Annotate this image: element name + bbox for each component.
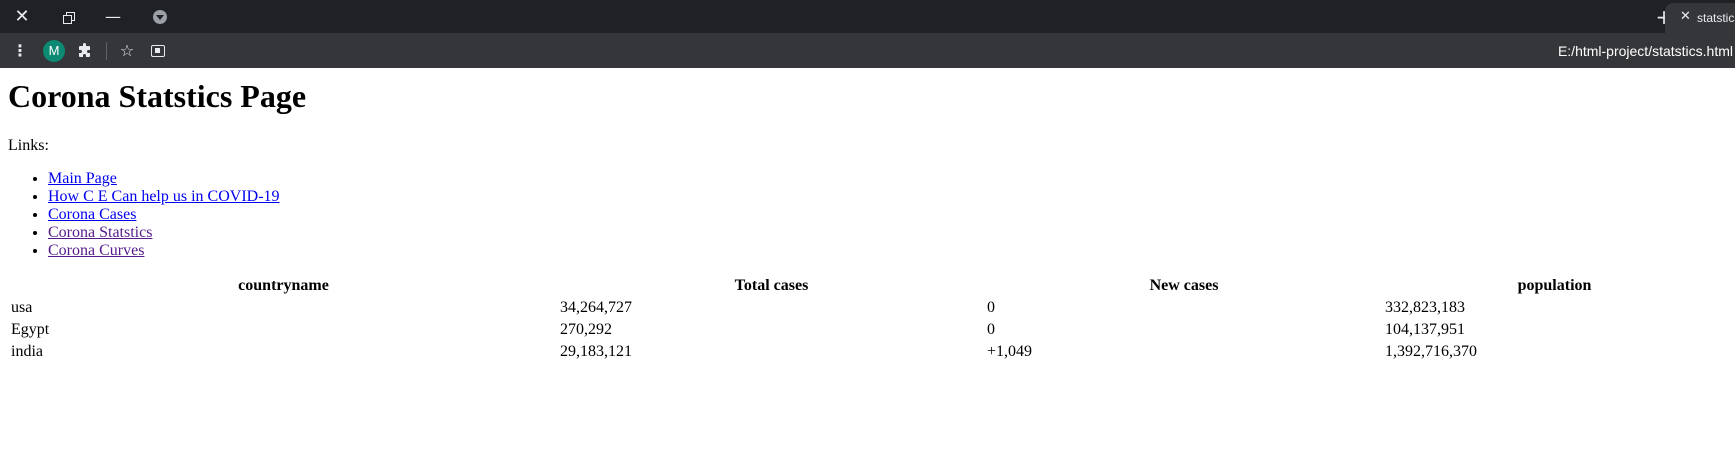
address-bar[interactable]: E:/html-project/statstics.html [1558, 43, 1733, 59]
cell-population: 1,392,716,370 [1385, 343, 1477, 360]
list-item: Corona Curves [48, 242, 280, 260]
cast-icon [151, 44, 165, 57]
cell-total-cases: 29,183,121 [560, 343, 632, 360]
menu-button[interactable]: ⋮ [8, 33, 32, 68]
table-row: usa 34,264,727 0 332,823,183 [10, 298, 1725, 318]
cell-total-cases: 270,292 [560, 321, 612, 338]
restore-icon [63, 11, 75, 24]
page-title: Corona Statstics Page [8, 78, 307, 114]
avatar: M [43, 39, 65, 62]
cell-population: 104,137,951 [1385, 321, 1465, 338]
cell-country: usa [11, 299, 33, 316]
list-item: Corona Statstics [48, 224, 280, 242]
header-countryname: countryname [238, 277, 329, 294]
window-restore-button[interactable] [48, 0, 88, 33]
list-item: Main Page [48, 170, 280, 188]
header-total-cases: Total cases [734, 277, 809, 294]
list-item: How C E Can help us in COVID-19 [48, 188, 280, 206]
cell-country: Egypt [11, 321, 50, 338]
tab-search-icon [153, 9, 167, 24]
tab-close-icon[interactable]: ✕ [1680, 9, 1691, 24]
tab-title: statstics [1697, 11, 1735, 25]
kebab-menu-icon: ⋮ [12, 41, 28, 60]
link-how-ce-can-help[interactable]: How C E Can help us in COVID-19 [48, 188, 280, 205]
cell-new-cases: 0 [987, 299, 995, 316]
header-population: population [1517, 277, 1592, 294]
minimize-icon: — [105, 7, 121, 26]
stats-table: countryname Total cases New cases popula… [8, 274, 1727, 364]
window-minimize-button[interactable]: — [93, 0, 133, 33]
star-icon: ☆ [119, 41, 135, 60]
link-corona-curves[interactable]: Corona Curves [48, 242, 144, 259]
links-label: Links: [8, 137, 49, 154]
window-close-button[interactable]: ✕ [2, 0, 42, 33]
browser-tab[interactable]: ✕ statstics [1665, 3, 1735, 33]
extensions-button[interactable] [72, 33, 98, 68]
browser-toolbar: ⋮ M ☆ E:/html-project/statstics.html [0, 33, 1735, 68]
tab-search-button[interactable] [140, 0, 180, 33]
table-row: Egypt 270,292 0 104,137,951 [10, 320, 1725, 340]
profile-button[interactable]: M [40, 33, 68, 68]
page-content: Corona Statstics Page Links: Main Page H… [0, 68, 1735, 454]
cell-total-cases: 34,264,727 [560, 299, 632, 316]
cell-new-cases: +1,049 [987, 343, 1033, 360]
close-icon: ✕ [14, 6, 30, 27]
browser-titlebar: ✕ — + ✕ statstics [0, 0, 1735, 33]
table-row: india 29,183,121 +1,049 1,392,716,370 [10, 342, 1725, 362]
toolbar-divider [106, 42, 107, 60]
list-item: Corona Cases [48, 206, 280, 224]
cell-country: india [11, 343, 43, 360]
link-main-page[interactable]: Main Page [48, 170, 117, 187]
link-corona-cases[interactable]: Corona Cases [48, 206, 136, 223]
links-list: Main Page How C E Can help us in COVID-1… [8, 170, 280, 260]
header-new-cases: New cases [1149, 277, 1219, 294]
cell-new-cases: 0 [987, 321, 995, 338]
bookmark-button[interactable]: ☆ [114, 33, 140, 68]
puzzle-icon [79, 42, 90, 57]
cast-button[interactable] [145, 33, 171, 68]
link-corona-statstics[interactable]: Corona Statstics [48, 224, 152, 241]
table-header-row: countryname Total cases New cases popula… [10, 276, 1725, 296]
cell-population: 332,823,183 [1385, 299, 1465, 316]
